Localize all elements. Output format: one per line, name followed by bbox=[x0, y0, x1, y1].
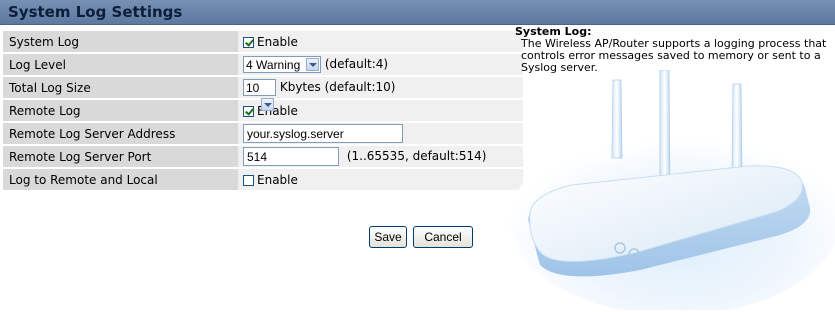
remote-log-checkbox[interactable] bbox=[243, 105, 254, 117]
total-log-size-select[interactable]: 10 bbox=[243, 79, 276, 111]
log-level-hint: (default:4) bbox=[324, 57, 389, 71]
log-level-cell: 4 Warning (default:4) bbox=[238, 54, 523, 75]
system-log-label: System Log bbox=[3, 31, 238, 52]
row-log-level: Log Level 4 Warning (default:4) bbox=[3, 54, 523, 75]
remote-log-label: Remote Log bbox=[3, 100, 238, 121]
help-body: The Wireless AP/Router supports a loggin… bbox=[521, 37, 827, 74]
settings-table: System Log Enable Log Level 4 Warning (d… bbox=[3, 29, 523, 192]
title-bar: System Log Settings bbox=[0, 0, 835, 25]
system-log-cell: Enable bbox=[238, 31, 523, 52]
system-log-enable-label[interactable]: Enable bbox=[257, 35, 298, 49]
row-system-log: System Log Enable bbox=[3, 31, 523, 52]
chevron-down-icon[interactable] bbox=[261, 98, 274, 111]
row-remote-server-port: Remote Log Server Port 514 (1..65535, de… bbox=[3, 146, 523, 167]
log-remote-and-local-checkbox[interactable] bbox=[243, 174, 254, 186]
chevron-down-icon[interactable] bbox=[306, 58, 319, 71]
row-total-log-size: Total Log Size 10 Kbytes (default:10) bbox=[3, 77, 523, 111]
save-button[interactable]: Save bbox=[369, 226, 407, 248]
log-level-select[interactable]: 4 Warning bbox=[243, 56, 321, 73]
row-log-remote-and-local: Log to Remote and Local Enable bbox=[3, 169, 523, 190]
remote-server-address-label: Remote Log Server Address bbox=[3, 123, 238, 144]
wireless-router-illustration bbox=[510, 70, 835, 310]
antenna-right bbox=[731, 83, 743, 175]
remote-server-port-cell: 514 (1..65535, default:514) bbox=[238, 146, 523, 167]
total-log-size-label: Total Log Size bbox=[3, 77, 238, 98]
page-title: System Log Settings bbox=[8, 3, 183, 21]
total-log-size-selected: 10 bbox=[246, 81, 260, 95]
remote-server-address-cell: your.syslog.server bbox=[238, 123, 523, 144]
remote-server-port-hint: (1..65535, default:514) bbox=[346, 149, 487, 163]
total-log-size-cell: 10 Kbytes (default:10) bbox=[238, 77, 523, 111]
log-remote-and-local-label: Log to Remote and Local bbox=[3, 169, 238, 190]
cancel-button[interactable]: Cancel bbox=[413, 226, 473, 248]
remote-log-cell: Enable bbox=[238, 100, 523, 121]
remote-server-port-label: Remote Log Server Port bbox=[3, 146, 238, 167]
antenna-left bbox=[611, 79, 623, 159]
log-remote-and-local-cell: Enable bbox=[238, 169, 523, 190]
log-remote-and-local-enable-label[interactable]: Enable bbox=[257, 173, 298, 187]
remote-server-address-input[interactable]: your.syslog.server bbox=[243, 124, 403, 143]
antenna-middle bbox=[659, 70, 671, 191]
log-level-label: Log Level bbox=[3, 54, 238, 75]
log-level-selected: 4 Warning bbox=[246, 58, 301, 72]
remote-server-port-input[interactable]: 514 bbox=[243, 147, 339, 166]
total-log-size-hint: Kbytes (default:10) bbox=[279, 80, 396, 94]
system-log-checkbox[interactable] bbox=[243, 36, 254, 48]
row-remote-server-address: Remote Log Server Address your.syslog.se… bbox=[3, 123, 523, 144]
help-panel: System Log: The Wireless AP/Router suppo… bbox=[515, 26, 833, 74]
